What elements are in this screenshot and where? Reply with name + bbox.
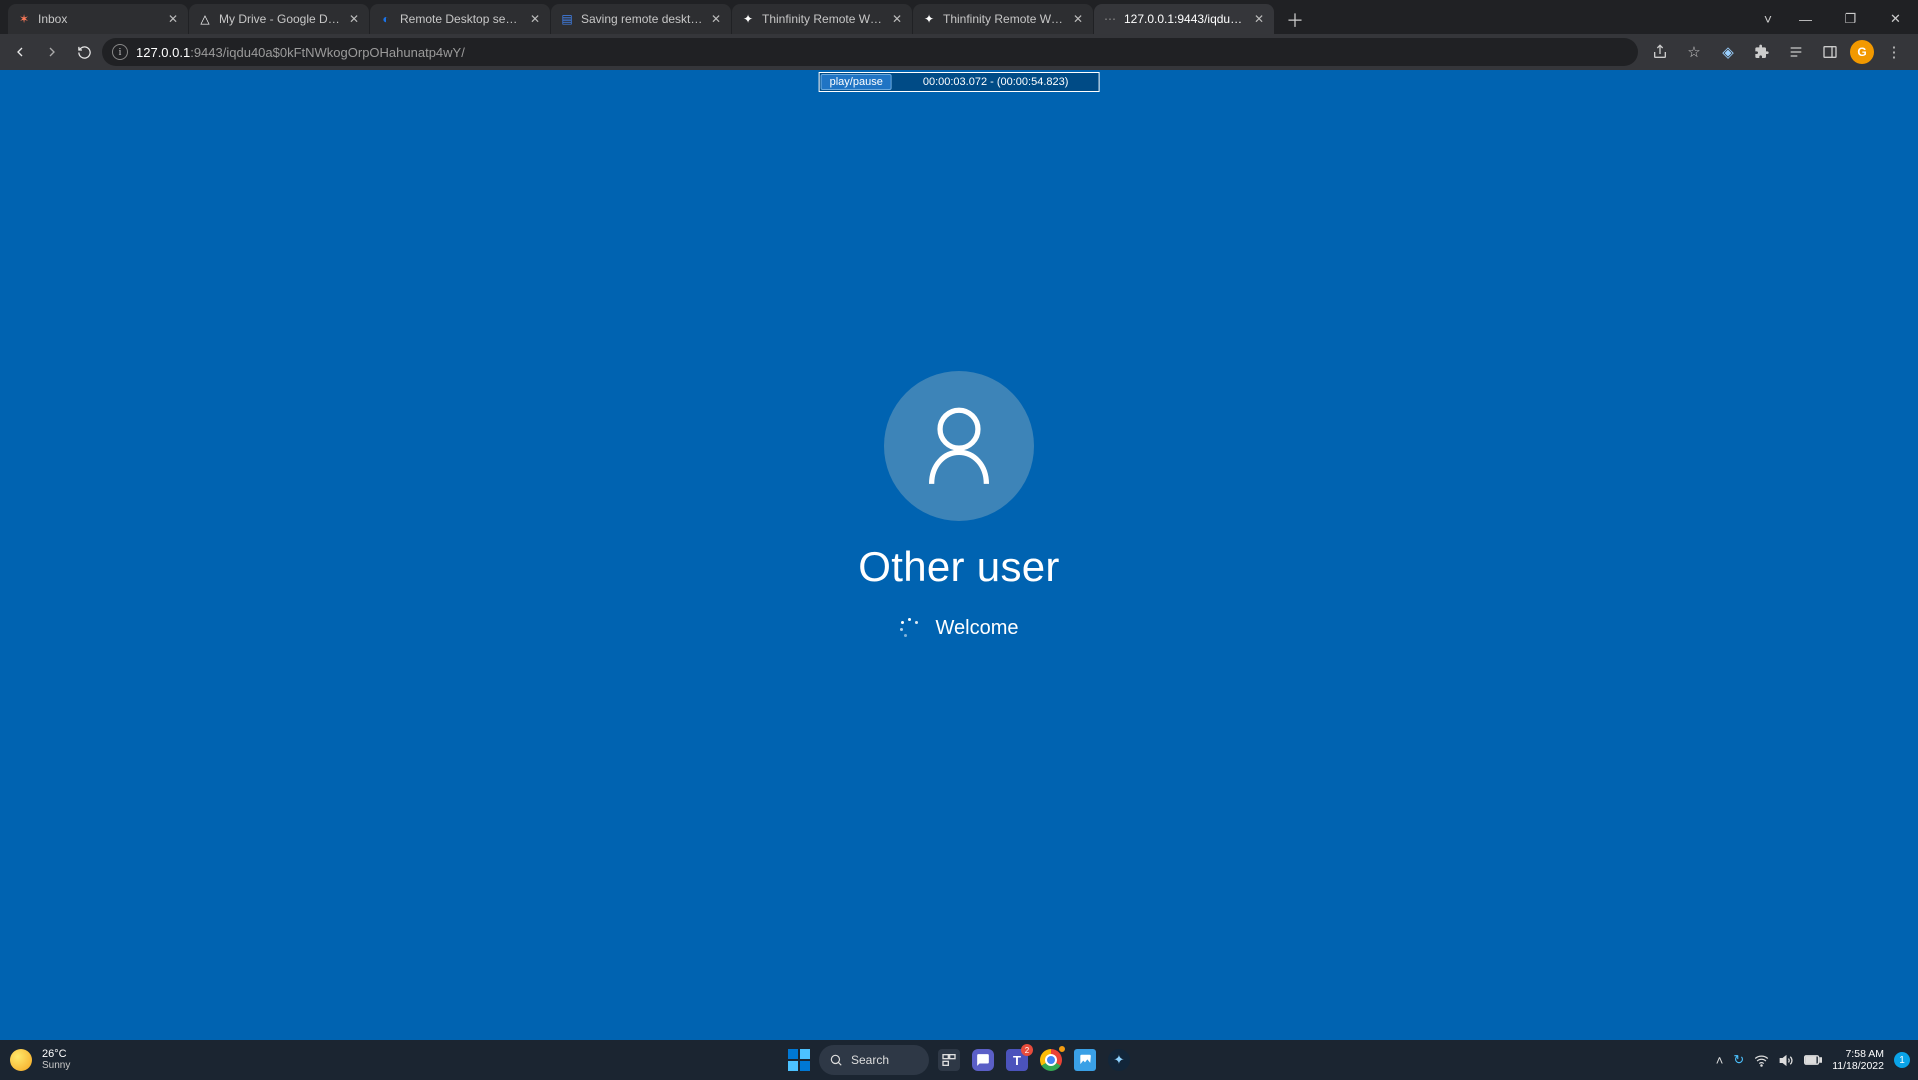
browser-tab[interactable]: ✦ Thinfinity Remote Workspace - ✕ [913,4,1093,34]
bookmark-star-icon[interactable]: ☆ [1680,38,1708,66]
tab-favicon-icon: ✦ [740,11,756,27]
tray-overflow-icon[interactable]: ˄ [1716,1053,1724,1068]
taskbar-chrome[interactable] [1037,1046,1065,1074]
chrome-menu-icon[interactable]: ⋮ [1880,38,1908,66]
taskbar-clock[interactable]: 7:58 AM 11/18/2022 [1832,1048,1884,1072]
chrome-window: ✶ Inbox ✕ △ My Drive - Google Drive ✕ ◐ Remote … [0,0,1918,1040]
tab-overflow-icon[interactable]: ˅ [1753,11,1783,27]
login-title: Other user [858,543,1059,591]
user-avatar-icon [884,371,1034,521]
close-window-button[interactable]: ✕ [1873,4,1918,34]
nav-back-button[interactable] [6,38,34,66]
browser-tab[interactable]: △ My Drive - Google Drive ✕ [189,4,369,34]
tray-sync-icon[interactable]: ↻ [1733,1052,1744,1068]
tab-title: 127.0.0.1:9443/iqdu40a$0kFtNW [1124,12,1246,26]
browser-tab[interactable]: ▤ Saving remote desktop sessions ✕ [551,4,731,34]
nav-reload-button[interactable] [70,38,98,66]
taskbar-chat[interactable] [969,1046,997,1074]
taskbar-search-label: Search [851,1053,889,1067]
tab-title: Saving remote desktop sessions [581,12,703,26]
maximize-button[interactable]: ❐ [1828,4,1873,34]
tab-favicon-icon: ◐ [378,11,394,27]
teams-badge: 2 [1021,1044,1033,1056]
chrome-notification-dot [1058,1045,1066,1053]
taskbar-app-unknown[interactable]: ✦ [1105,1046,1133,1074]
taskbar-photos[interactable] [1071,1046,1099,1074]
tab-title: Inbox [38,12,160,26]
tab-favicon-icon: ▤ [559,11,575,27]
taskbar-weather-widget[interactable]: 26°C Sunny [0,1048,70,1072]
weather-condition: Sunny [42,1060,70,1072]
notification-center-button[interactable]: 1 [1894,1052,1910,1068]
nav-forward-button[interactable] [38,38,66,66]
windows-taskbar: 26°C Sunny Search T 2 [0,1040,1918,1080]
tab-title: My Drive - Google Drive [219,12,341,26]
taskbar-task-view[interactable] [935,1046,963,1074]
tab-favicon-icon: △ [197,11,213,27]
url-text: 127.0.0.1:9443/iqdu40a$0kFtNWkogOrpOHahu… [136,45,465,60]
remote-login-screen: Other user Welcome [0,70,1918,1040]
taskbar-search[interactable]: Search [819,1045,929,1075]
minimize-button[interactable]: ― [1783,4,1828,34]
tray-wifi-icon[interactable] [1754,1053,1769,1068]
browser-tab[interactable]: ◐ Remote Desktop session record ✕ [370,4,550,34]
login-message: Welcome [936,617,1019,640]
tab-close-icon[interactable]: ✕ [890,12,904,26]
tray-battery-icon[interactable] [1804,1054,1822,1066]
profile-avatar[interactable]: G [1850,40,1874,64]
tab-favicon-icon: ✶ [16,11,32,27]
tab-close-icon[interactable]: ✕ [1252,12,1266,26]
browser-tab[interactable]: ✶ Inbox ✕ [8,4,188,34]
tab-favicon-icon: ⋯ [1102,11,1118,27]
window-controls: ˅ ― ❐ ✕ [1753,4,1918,34]
clock-time: 7:58 AM [1832,1048,1884,1060]
browser-toolbar: i 127.0.0.1:9443/iqdu40a$0kFtNWkogOrpOHa… [0,34,1918,70]
new-tab-button[interactable]: ＋ [1281,6,1309,34]
tab-title: Thinfinity Remote Workspace [762,12,884,26]
tab-close-icon[interactable]: ✕ [528,12,542,26]
tab-strip: ✶ Inbox ✕ △ My Drive - Google Drive ✕ ◐ Remote … [0,0,1918,34]
browser-tab[interactable]: ✦ Thinfinity Remote Workspace ✕ [732,4,912,34]
site-info-icon[interactable]: i [112,44,128,60]
tab-favicon-icon: ✦ [921,11,937,27]
tray-volume-icon[interactable] [1779,1053,1794,1068]
browser-viewport: play/pause 00:00:03.072 - (00:00:54.823)… [0,70,1918,1040]
extensions-puzzle-icon[interactable] [1748,38,1776,66]
loading-spinner-icon [900,618,920,638]
tab-close-icon[interactable]: ✕ [166,12,180,26]
tab-close-icon[interactable]: ✕ [347,12,361,26]
browser-tab[interactable]: ⋯ 127.0.0.1:9443/iqdu40a$0kFtNW ✕ [1094,4,1274,34]
start-button[interactable] [785,1046,813,1074]
extension-diamond-icon[interactable]: ◈ [1714,38,1742,66]
weather-sun-icon [10,1049,32,1071]
reading-list-icon[interactable] [1782,38,1810,66]
tab-close-icon[interactable]: ✕ [1071,12,1085,26]
taskbar-teams[interactable]: T 2 [1003,1046,1031,1074]
tab-title: Thinfinity Remote Workspace - [943,12,1065,26]
weather-temp: 26°C [42,1048,70,1060]
tab-close-icon[interactable]: ✕ [709,12,723,26]
tab-title: Remote Desktop session record [400,12,522,26]
share-icon[interactable] [1646,38,1674,66]
search-icon [829,1053,843,1067]
omnibox[interactable]: i 127.0.0.1:9443/iqdu40a$0kFtNWkogOrpOHa… [102,38,1638,66]
clock-date: 11/18/2022 [1832,1060,1884,1072]
side-panel-icon[interactable] [1816,38,1844,66]
